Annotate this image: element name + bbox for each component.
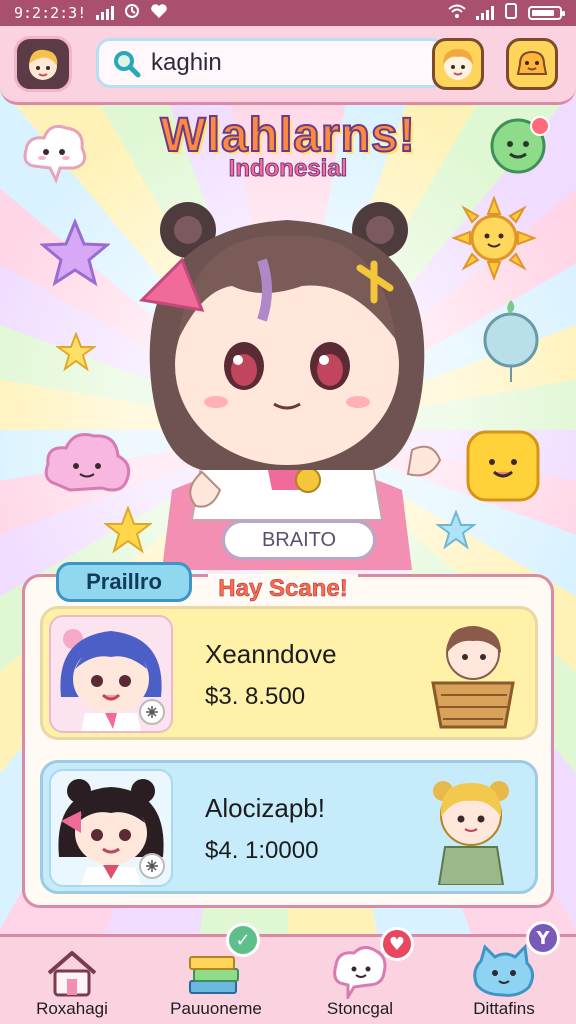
mascot-icon xyxy=(473,943,534,997)
item-price: $4. 1:0000 xyxy=(205,837,319,864)
data-icon xyxy=(504,3,518,23)
nav-item-mascot[interactable]: Dittafins Y xyxy=(432,921,576,1024)
app-header: kaghin xyxy=(0,26,576,105)
character-icon xyxy=(443,49,473,80)
notification-icon xyxy=(516,50,548,75)
nav-label: Roxahagi xyxy=(36,999,108,1018)
yellow-block-icon xyxy=(466,430,540,502)
y-badge: Y xyxy=(526,921,560,955)
app-screen: 9:2:2:3! kaghin Wlahlarns! Indonesial BR… xyxy=(0,0,576,1024)
battery-level xyxy=(532,10,554,16)
home-icon xyxy=(47,951,97,997)
nav-label: Stoncgal xyxy=(326,999,394,1018)
nav-label: Dittafins xyxy=(473,999,535,1018)
status-time: 9:2:2:3! xyxy=(14,4,87,22)
alarm-icon xyxy=(124,3,140,23)
check-badge: ✓ xyxy=(226,923,260,957)
signal-strength-icon xyxy=(476,6,494,20)
small-star-icon xyxy=(56,332,96,372)
nav-label: Pauuoneme xyxy=(170,999,262,1018)
item-card[interactable]: Xeanndove $3. 8.500 xyxy=(40,606,538,740)
blonde-character-icon xyxy=(433,781,509,885)
battery-icon xyxy=(528,6,565,20)
bottom-nav: Roxahagi Pauuoneme ✓ Stoncgal ♥ Dittafin… xyxy=(0,921,576,1024)
hero-name-badge[interactable]: BRAITO xyxy=(222,520,376,560)
search-bar[interactable]: kaghin xyxy=(96,38,446,88)
nav-item-chat[interactable]: Stoncgal ♥ xyxy=(288,927,432,1024)
profile-avatar-icon xyxy=(29,49,58,80)
panel-title: Hay Scane! xyxy=(208,574,358,604)
item-card[interactable]: Alocizapb! $4. 1:0000 xyxy=(40,760,538,894)
item-name: Xeanndove xyxy=(205,639,337,669)
character-button[interactable] xyxy=(432,38,484,90)
signal-icon xyxy=(96,6,115,20)
item-thumbnail xyxy=(49,769,173,887)
nav-item-home[interactable]: Roxahagi xyxy=(0,937,144,1024)
sparkle-badge-icon xyxy=(139,699,165,725)
search-input[interactable]: kaghin xyxy=(151,49,222,77)
basket-character-icon xyxy=(431,626,515,729)
sparkle-badge-icon xyxy=(139,853,165,879)
game-logo: Wlahlarns! Indonesial xyxy=(120,108,456,183)
profile-avatar-button[interactable] xyxy=(14,36,72,92)
sun-sticker-icon xyxy=(452,196,536,280)
item-price: $3. 8.500 xyxy=(205,683,306,710)
nav-item-books[interactable]: Pauuoneme ✓ xyxy=(144,923,288,1024)
search-icon xyxy=(114,51,141,78)
wifi-icon xyxy=(448,4,466,22)
green-blob-icon xyxy=(490,116,550,174)
panel-tab[interactable]: Praillro xyxy=(56,562,192,602)
notification-button[interactable] xyxy=(506,38,558,90)
item-name: Alocizapb! xyxy=(205,793,325,823)
heart-badge: ♥ xyxy=(380,927,414,961)
balloon-icon xyxy=(483,300,539,382)
item-thumbnail xyxy=(49,615,173,733)
heart-icon xyxy=(150,3,168,23)
purple-star-icon xyxy=(40,218,110,287)
status-bar: 9:2:2:3! xyxy=(0,0,576,26)
cloud-sticker-icon xyxy=(23,124,87,184)
